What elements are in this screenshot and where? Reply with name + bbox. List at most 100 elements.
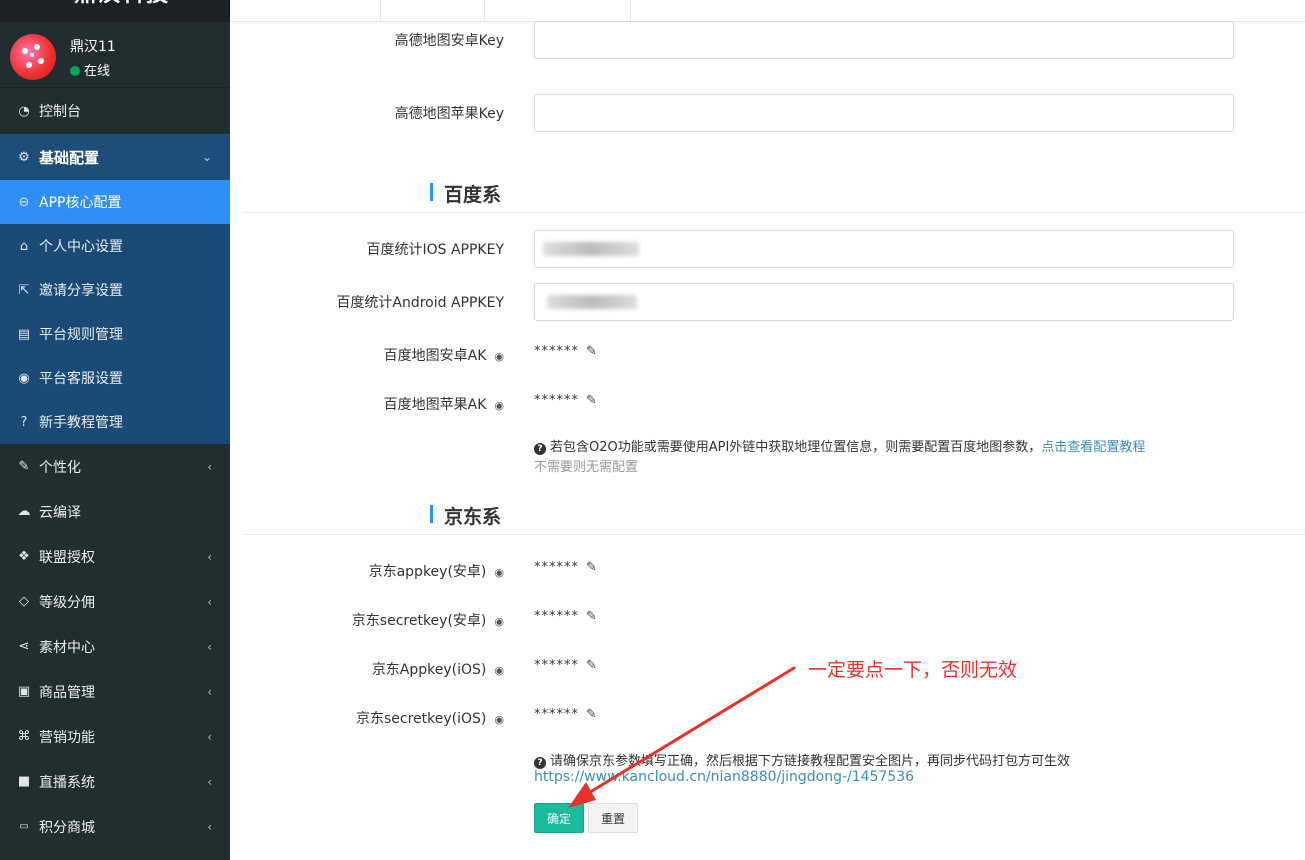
sidebar-item-live-stream[interactable]: ■ 直播系统 ‹ — [0, 759, 230, 804]
sidebar: 鼎汉科技 鼎汉11 在线 ◔ 控制台 ⚙ 基础配置 ⌄ ⊖ APP核心配置 ⌂ … — [0, 0, 230, 860]
sidebar-item-customer-service[interactable]: ◉ 平台客服设置 — [0, 356, 230, 400]
chevron-down-icon: ⌄ — [201, 150, 212, 164]
user-circle-icon: ◉ — [18, 370, 30, 386]
user-status: 在线 — [70, 60, 110, 79]
sidebar-item-label: 邀请分享设置 — [39, 283, 123, 299]
sidebar-item-dashboard[interactable]: ◔ 控制台 — [0, 89, 230, 133]
eye-icon[interactable]: ◉ — [494, 350, 504, 363]
sidebar-item-label: 素材中心 — [39, 639, 95, 656]
baidu-map-android-label: 百度地图安卓AK ◉ — [384, 345, 504, 365]
eye-icon[interactable]: ◉ — [494, 615, 504, 628]
edit-icon[interactable]: ✎ — [586, 609, 597, 624]
baidu-stat-ios-label: 百度统计IOS APPKEY — [366, 242, 504, 258]
sidebar-item-tutorials[interactable]: ? 新手教程管理 — [0, 400, 230, 444]
sidebar-item-points-mall[interactable]: ▭ 积分商城 ‹ — [0, 804, 230, 849]
top-tab-bar — [230, 0, 1305, 22]
jd-android-appkey-value: ****** — [534, 560, 579, 575]
amap-android-key-input[interactable] — [534, 21, 1234, 59]
sidebar-item-label: 等级分佣 — [39, 594, 95, 611]
sidebar-item-basic-config[interactable]: ⚙ 基础配置 ⌄ — [0, 134, 230, 180]
eye-icon[interactable]: ◉ — [494, 399, 504, 412]
baidu-map-ios-label: 百度地图苹果AK ◉ — [384, 394, 504, 414]
question-circle-icon: ? — [534, 443, 546, 455]
user-name: 鼎汉11 — [70, 39, 116, 55]
sidebar-item-app-core-config[interactable]: ⊖ APP核心配置 — [0, 180, 230, 224]
baidu-map-ios-value: ****** — [534, 393, 579, 408]
sidebar-item-platform-rules[interactable]: ▤ 平台规则管理 — [0, 312, 230, 356]
jd-ios-appkey-value: ****** — [534, 658, 579, 673]
section-divider — [244, 212, 1305, 213]
sidebar-item-label: 个人中心设置 — [39, 239, 123, 255]
edit-icon[interactable]: ✎ — [586, 344, 597, 359]
edit-icon[interactable]: ✎ — [586, 658, 597, 673]
cubes-icon: ❖ — [18, 549, 30, 564]
chevron-left-icon: ‹ — [207, 774, 212, 789]
sidebar-item-marketing[interactable]: ⌘ 营销功能 ‹ — [0, 714, 230, 759]
jd-help-message: 请确保京东参数填写正确，然后根据下方链接教程配置安全图片，再同步代码打包方可生效 — [550, 754, 1071, 769]
eye-icon[interactable]: ◉ — [494, 566, 504, 579]
sidebar-item-cloud-compile[interactable]: ☁ 云编译 — [0, 489, 230, 534]
reset-button[interactable]: 重置 — [588, 803, 638, 833]
edit-icon[interactable]: ✎ — [586, 560, 597, 575]
annotation-text: 一定要点一下，否则无效 — [808, 659, 1018, 681]
sidebar-item-label: 营销功能 — [39, 729, 95, 746]
baidu-section-title: 百度系 — [430, 180, 501, 207]
sidebar-item-materials[interactable]: ⋖ 素材中心 ‹ — [0, 624, 230, 669]
baidu-help-text: ? 若包含O2O功能或需要使用API外链中获取地理位置信息，则需要配置百度地图参数… — [534, 436, 1145, 455]
magic-icon: ✎ — [18, 459, 30, 474]
sidebar-item-alliance-auth[interactable]: ❖ 联盟授权 ‹ — [0, 534, 230, 579]
cloud-icon: ☁ — [17, 504, 31, 519]
jd-android-appkey-label-text: 京东appkey(安卓) — [368, 564, 487, 580]
chevron-left-icon: ‹ — [207, 459, 212, 474]
sidebar-item-label: APP核心配置 — [39, 195, 122, 211]
user-panel: 鼎汉11 在线 — [0, 22, 230, 88]
baidu-map-android-value: ****** — [534, 344, 579, 359]
baidu-map-ios-label-text: 百度地图苹果AK — [383, 397, 487, 413]
chevron-left-icon: ‹ — [207, 819, 212, 834]
baidu-config-tutorial-link[interactable]: 点击查看配置教程 — [1041, 440, 1145, 455]
jd-android-appkey-label: 京东appkey(安卓) ◉ — [369, 561, 504, 581]
sidebar-item-level-commission[interactable]: ◇ 等级分佣 ‹ — [0, 579, 230, 624]
jd-ios-secretkey-label-text: 京东secretkey(iOS) — [356, 711, 487, 727]
sidebar-item-label: 基础配置 — [39, 148, 100, 167]
brand-bar: 鼎汉科技 — [0, 0, 230, 22]
baidu-map-android-label-text: 百度地图安卓AK — [383, 348, 487, 364]
jd-tutorial-link[interactable]: https://www.kancloud.cn/nian8880/jingdon… — [534, 769, 914, 785]
sidebar-item-label: 积分商城 — [39, 819, 95, 836]
sidebar-item-label: 直播系统 — [39, 774, 95, 791]
jd-android-secretkey-label: 京东secretkey(安卓) ◉ — [352, 610, 504, 630]
chevron-left-icon: ‹ — [207, 729, 212, 744]
briefcase-icon: ▣ — [17, 684, 31, 699]
section-divider — [244, 534, 1305, 535]
baidu-stat-ios-input[interactable] — [534, 230, 1234, 268]
edit-icon[interactable]: ✎ — [586, 707, 597, 722]
sidebar-item-products[interactable]: ▣ 商品管理 ‹ — [0, 669, 230, 714]
baidu-stat-android-input[interactable] — [534, 283, 1234, 321]
eye-icon[interactable]: ◉ — [494, 664, 504, 677]
sidebar-item-personal-center[interactable]: ⌂ 个人中心设置 — [0, 224, 230, 268]
sidebar-item-label: 云编译 — [39, 504, 81, 521]
main-content: 高德地图安卓Key 高德地图苹果Key 百度系 百度统计IOS APPKEY 百… — [230, 0, 1305, 860]
bank-icon: ⌂ — [19, 238, 29, 254]
jd-ios-secretkey-label: 京东secretkey(iOS) ◉ — [356, 708, 504, 728]
user-status-label: 在线 — [84, 64, 111, 79]
dashboard-icon: ◔ — [18, 103, 30, 119]
confirm-button[interactable]: 确定 — [534, 803, 584, 833]
cogs-icon: ⚙ — [18, 149, 30, 165]
amap-ios-key-input[interactable] — [534, 94, 1234, 132]
baidu-help-message: 若包含O2O功能或需要使用API外链中获取地理位置信息，则需要配置百度地图参数， — [550, 440, 1042, 455]
chevron-left-icon: ‹ — [207, 639, 212, 654]
avatar[interactable] — [10, 34, 56, 80]
sidebar-item-invite-share[interactable]: ⇱ 邀请分享设置 — [0, 268, 230, 312]
baidu-help-note: 不需要则无需配置 — [534, 460, 639, 475]
eye-icon[interactable]: ◉ — [494, 713, 504, 726]
jcb-icon: ▭ — [19, 821, 29, 832]
sidebar-item-label: 商品管理 — [39, 684, 95, 701]
sidebar-item-label: 新手教程管理 — [39, 415, 123, 431]
edit-icon[interactable]: ✎ — [586, 393, 597, 408]
jd-android-secretkey-label-text: 京东secretkey(安卓) — [351, 613, 487, 629]
chevron-left-icon: ‹ — [207, 549, 212, 564]
sidebar-item-label: 控制台 — [39, 104, 81, 120]
sidebar-item-personalize[interactable]: ✎ 个性化 ‹ — [0, 444, 230, 489]
sidebar-item-label: 个性化 — [39, 459, 81, 476]
